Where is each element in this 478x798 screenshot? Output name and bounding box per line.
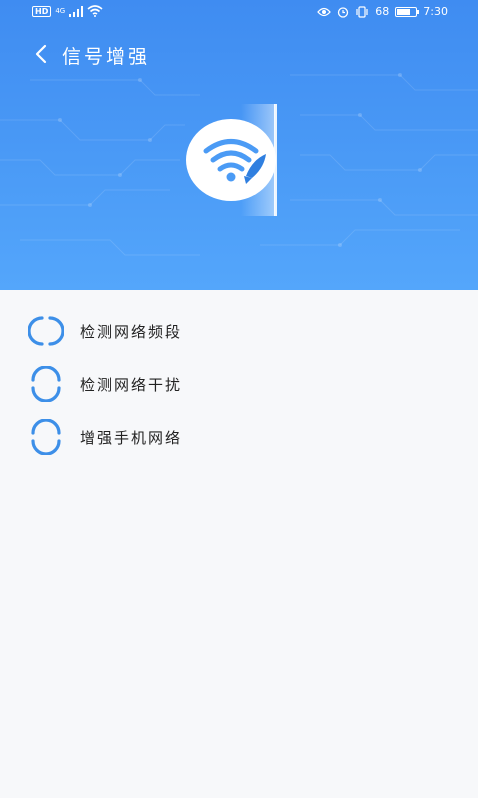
network-type-label: 4G [55,7,66,15]
battery-icon [395,6,420,17]
task-item-detect-band: 检测网络频段 [28,313,448,349]
hero-banner: HD 4G 68 7:30 信号增强 [0,0,478,290]
eye-icon [317,7,332,16]
hd-icon: HD [32,5,52,17]
battery-percent: 68 [375,5,390,18]
task-label: 检测网络频段 [80,322,183,341]
title-bar: 信号增强 [0,34,478,74]
task-item-boost-network: 增强手机网络 [28,419,448,455]
wifi-icon [87,5,103,17]
signal-icon [69,5,84,17]
page-title: 信号增强 [62,46,151,68]
task-label: 检测网络干扰 [80,375,183,394]
wifi-rocket-icon [186,104,277,216]
loading-spinner-icon [28,316,64,346]
pending-spinner-icon [31,419,61,455]
alarm-icon [338,6,349,18]
pending-spinner-icon [31,366,61,402]
status-bar: HD 4G 68 7:30 [0,0,478,26]
vibrate-icon [356,5,368,18]
task-item-detect-interference: 检测网络干扰 [28,366,448,402]
task-label: 增强手机网络 [80,428,183,447]
status-time: 7:30 [423,5,448,18]
back-button[interactable] [28,40,54,68]
chevron-left-icon [35,44,47,64]
